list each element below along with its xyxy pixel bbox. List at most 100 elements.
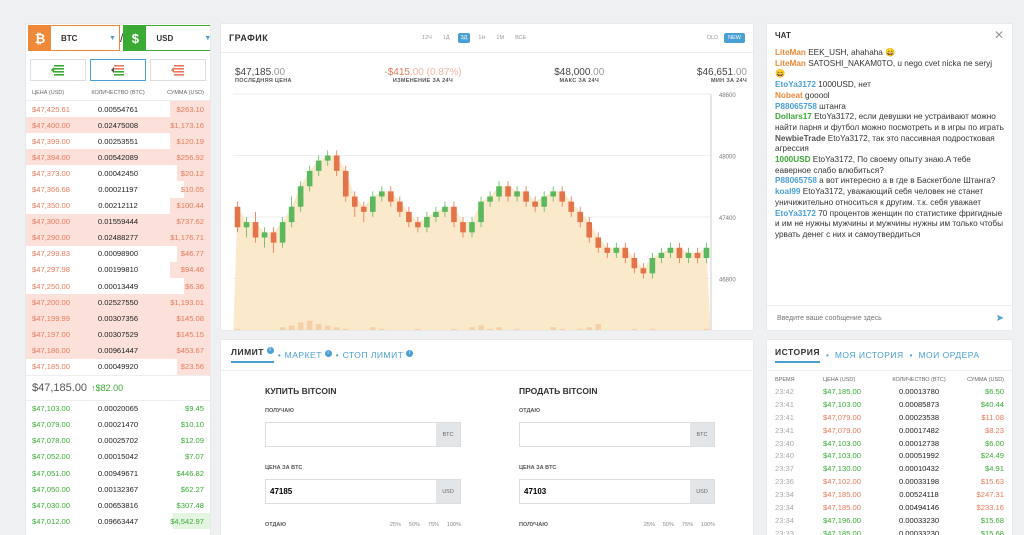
orderbook-row[interactable]: $47,079.00 0.00021470 $10.10 <box>26 417 210 433</box>
orderbook-row[interactable]: $47,200.00 0.02527550 $1,193.01 <box>26 294 210 311</box>
view-all-orders-button[interactable] <box>90 59 146 81</box>
trade-qty: 0.00085873 <box>898 399 940 409</box>
tab-limit[interactable]: ЛИМИТ i <box>231 347 274 363</box>
chat-input[interactable] <box>775 313 996 323</box>
orderbook-row[interactable]: $47,052.00 0.00015042 $7.07 <box>26 449 210 465</box>
orderbook-row[interactable]: $47,012.00 0.09663447 $4,542.97 <box>26 513 210 530</box>
trade-price: $47,079.00 <box>823 425 862 435</box>
chart-version-toggle: OLD NEW <box>707 33 745 43</box>
chat-username[interactable]: koal99 <box>775 187 801 196</box>
base-currency-select[interactable]: ₿ BTC ▼ <box>28 25 120 51</box>
send-icon[interactable]: ➤ <box>996 313 1004 324</box>
orderbook-row[interactable]: $47,197.00 0.00307529 $145.15 <box>26 326 210 343</box>
order-price: $47,350.00 <box>32 201 71 211</box>
volume-bar <box>478 325 484 330</box>
chat-username[interactable]: LiteMan <box>775 48 806 57</box>
orderbook-row[interactable]: $47,050.00 0.00132367 $62.27 <box>26 481 210 497</box>
timeframe-2[interactable]: 3Д <box>457 33 471 43</box>
percent-button[interactable]: 25% <box>644 522 655 528</box>
orderbook-row[interactable]: $47,400.00 0.02475008 $1,173.16 <box>26 117 210 134</box>
order-qty: 0.00199810 <box>97 265 139 275</box>
sell-give-input[interactable] <box>520 423 690 446</box>
info-icon[interactable]: i <box>324 350 332 357</box>
candlestick-chart[interactable]: 486004800047400468004620003150315 <box>221 90 753 330</box>
orderbook-row[interactable]: $47,250.00 0.00013449 $6.36 <box>26 278 210 295</box>
chat-username[interactable]: Dollars17 <box>775 112 812 121</box>
buy-price-input[interactable] <box>266 480 436 503</box>
orderbook-row[interactable]: $47,185.00 0.00049920 $23.56 <box>26 358 210 375</box>
orderbook-row[interactable]: $47,299.83 0.00098900 $46.77 <box>26 245 210 262</box>
chart-version-old[interactable]: OLD <box>707 35 718 41</box>
timeframe-5[interactable]: ВСЕ <box>512 33 529 43</box>
tab-my-orders[interactable]: МОИ ОРДЕРА <box>918 350 979 360</box>
orderbook-row[interactable]: $47,394.00 0.00542089 $256.92 <box>26 149 210 166</box>
orderbook-row[interactable]: $47,078.00 0.00025702 $12.09 <box>26 433 210 449</box>
tab-stop-limit[interactable]: СТОП ЛИМИТ i <box>343 350 414 360</box>
orderbook-row[interactable]: $47,300.00 0.01559444 $737.62 <box>26 213 210 230</box>
percent-button[interactable]: 50% <box>409 522 420 528</box>
orderbook-row[interactable]: $47,399.00 0.00253551 $120.19 <box>26 133 210 150</box>
chat-messages[interactable]: LiteMan EEK_USH, ahahaha 😄 LiteMan SATOSH… <box>767 46 1012 300</box>
percent-button[interactable]: 75% <box>428 522 439 528</box>
trade-qty: 0.00033230 <box>898 528 940 535</box>
orderbook-row[interactable]: $47,030.00 0.00653816 $307.48 <box>26 497 210 513</box>
chat-username[interactable]: EtoYa3172 <box>775 80 816 89</box>
order-sum: $4,542.97 <box>170 516 204 526</box>
chat-username[interactable]: LiteMan <box>775 59 806 68</box>
tab-history[interactable]: ИСТОРИЯ <box>775 347 821 363</box>
orderbook-row[interactable]: $47,051.00 0.00949671 $446.82 <box>26 465 210 481</box>
orderbook-row[interactable]: $47,186.00 0.00961447 $453.67 <box>26 342 210 359</box>
chat-username[interactable]: NewbieTrade <box>775 134 826 143</box>
stat-value-main: $48,000 <box>554 67 591 78</box>
percent-button[interactable]: 25% <box>390 522 401 528</box>
timeframe-1[interactable]: 1Д <box>440 33 453 43</box>
order-price: $47,373.00 <box>32 168 71 178</box>
candle-body <box>496 186 502 197</box>
orderbook-row[interactable]: $47,366.68 0.00021197 $10.05 <box>26 181 210 198</box>
header-qty: КОЛИЧЕСТВО (BTC) <box>892 377 946 383</box>
timeframe-4[interactable]: 1М <box>493 33 507 43</box>
orderbook-row[interactable]: $47,103.00 0.00020065 $9.45 <box>26 401 210 417</box>
percent-button[interactable]: 50% <box>663 522 674 528</box>
order-qty: 0.02475008 <box>97 120 139 130</box>
timeframe-0[interactable]: 12Ч <box>419 33 435 43</box>
order-qty: 0.02488277 <box>97 233 139 243</box>
order-sum: $1,193.01 <box>170 297 204 307</box>
candle-body <box>360 206 367 212</box>
chart-version-new[interactable]: NEW <box>724 33 745 43</box>
order-qty: 0.00042450 <box>97 168 139 178</box>
orderbook-row[interactable]: $47,350.00 0.00212112 $100.44 <box>26 197 210 214</box>
percent-button[interactable]: 75% <box>682 522 693 528</box>
info-icon[interactable]: i <box>266 347 274 354</box>
info-icon[interactable]: i <box>406 350 414 357</box>
chat-username[interactable]: Nobeat <box>775 91 803 100</box>
trade-sum: $233.16 <box>976 502 1004 512</box>
trade-time: 23:40 <box>775 451 795 461</box>
orderbook-row[interactable]: $47,199.99 0.00307356 $145.08 <box>26 310 210 327</box>
candle-body <box>523 191 529 202</box>
orderbook-row[interactable]: $47,373.00 0.00042450 $20.12 <box>26 165 210 182</box>
tab-market[interactable]: МАРКЕТ i <box>285 350 332 360</box>
chat-username[interactable]: P88065758 <box>775 102 817 111</box>
timeframe-3[interactable]: 1Н <box>475 33 488 43</box>
chat-username[interactable]: EtoYa3172 <box>775 209 816 218</box>
sell-price-input[interactable] <box>520 480 690 503</box>
orderbook-row[interactable]: $47,425.61 0.00554761 $263.10 <box>26 101 210 118</box>
view-sell-orders-button[interactable] <box>150 59 206 81</box>
tab-my-history[interactable]: МОЯ ИСТОРИЯ <box>835 350 904 360</box>
percent-button[interactable]: 100% <box>701 522 715 528</box>
history-row: 23:37 $47,130.00 0.00010432 $4.91 <box>767 462 1012 475</box>
chat-username[interactable]: 1000USD <box>775 155 811 164</box>
candle-body <box>397 201 403 212</box>
volume-bar <box>333 327 340 330</box>
percent-button[interactable]: 100% <box>447 522 461 528</box>
orderbook-row[interactable]: $47,297.98 0.00199810 $94.46 <box>26 261 210 279</box>
trade-sum: $15.68 <box>980 515 1004 525</box>
order-price: $47,290.00 <box>32 233 71 243</box>
view-buy-orders-button[interactable] <box>30 59 86 81</box>
close-icon[interactable]: ✕ <box>994 28 1004 42</box>
buy-receive-input[interactable] <box>266 423 436 446</box>
quote-currency-select[interactable]: $ USD ▼ <box>123 25 210 51</box>
chat-username[interactable]: P88065758 <box>775 176 817 185</box>
orderbook-row[interactable]: $47,290.00 0.02488277 $1,176.71 <box>26 229 210 246</box>
